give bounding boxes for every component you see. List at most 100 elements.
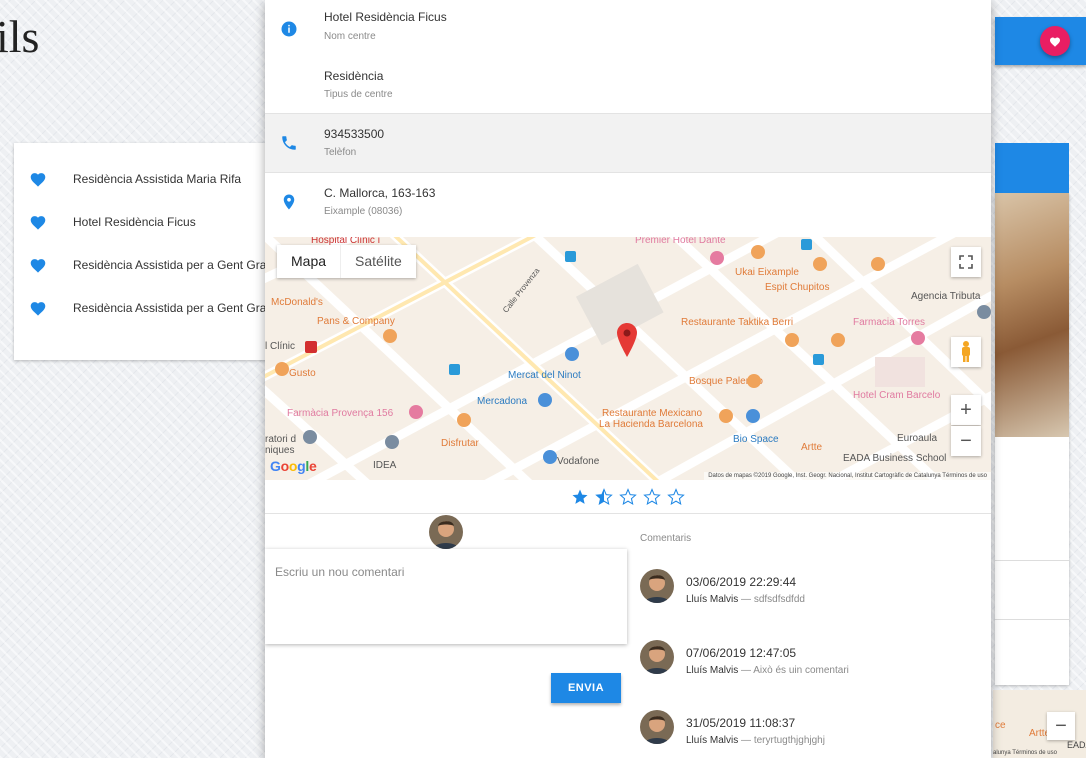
shop-poi-icon (543, 450, 557, 464)
star-empty-icon[interactable] (643, 487, 661, 506)
comment-meta: Lluís Malvis — sdfsdfsdfdd (686, 594, 805, 605)
place-poi-icon (303, 430, 317, 444)
comment-separator: — (738, 665, 754, 676)
restaurant-poi-icon (383, 329, 397, 343)
favorite-name: Hotel Residència Ficus (73, 214, 196, 229)
favorite-name: Residència Assistida per a Gent Gran (73, 257, 272, 272)
center-name-label: Nom centre (324, 31, 376, 42)
list-item[interactable]: Residència Assistida Maria Rifa (14, 157, 272, 200)
user-avatar-icon (429, 515, 463, 549)
map-type-control: Mapa Satélite (277, 245, 416, 278)
avatar (640, 569, 674, 603)
hotel-poi-icon (710, 251, 724, 265)
center-type: Residència (324, 69, 384, 83)
star-half-icon[interactable] (595, 487, 613, 506)
map-type-map-button[interactable]: Mapa (277, 245, 340, 278)
pharmacy-poi-icon (911, 331, 925, 345)
divider (995, 619, 1069, 620)
comment-date: 07/06/2019 12:47:05 (686, 646, 797, 660)
info-icon (281, 21, 297, 37)
map-type-satellite-button[interactable]: Satélite (340, 245, 416, 278)
info-row-phone[interactable]: 934533500 Telèfon (265, 114, 991, 172)
bus-stop-icon (565, 251, 576, 262)
pegman-icon (962, 341, 970, 362)
comment-composer (265, 549, 627, 644)
info-row-name: Hotel Residència Ficus Nom centre (265, 0, 991, 56)
comment-author: Lluís Malvis (686, 735, 739, 746)
zoom-in-button[interactable]: + (951, 395, 981, 425)
comment-item: 31/05/2019 11:08:37 Lluís Malvis — teryr… (640, 710, 980, 750)
divider (995, 560, 1069, 561)
heart-icon (30, 215, 46, 230)
phone-number[interactable]: 934533500 (324, 127, 384, 141)
shop-poi-icon (538, 393, 552, 407)
place-poi-icon (977, 305, 991, 319)
google-logo: Google (270, 458, 317, 474)
shop-poi-icon (746, 409, 760, 423)
map[interactable]: Hospital Clínic i Premier Hotel Dante Uk… (265, 237, 991, 480)
comment-author: Lluís Malvis (686, 665, 739, 676)
restaurant-poi-icon (275, 362, 289, 376)
info-row-address: C. Mallorca, 163-163 Eixample (08036) (265, 173, 991, 237)
place-poi-icon (385, 435, 399, 449)
phone-icon (282, 136, 296, 150)
comment-item: 07/06/2019 12:47:05 Lluís Malvis — Això … (640, 640, 980, 680)
street-view-button[interactable] (951, 337, 981, 367)
restaurant-poi-icon (831, 333, 845, 347)
bus-stop-icon (813, 354, 824, 365)
map-attribution[interactable]: Datos de mapas ©2019 Google, Inst. Geogr… (704, 472, 991, 480)
background-card-header (995, 143, 1069, 193)
fullscreen-icon (959, 255, 973, 269)
background-map-fragment: ce Artte EADA − alunya Términos de uso (993, 690, 1086, 758)
favorite-fab[interactable] (1040, 26, 1070, 56)
avatar (640, 640, 674, 674)
restaurant-poi-icon (751, 245, 765, 259)
comment-text: sdfsdfsdfdd (753, 594, 805, 605)
phone-label: Telèfon (324, 147, 357, 158)
zoom-out-button[interactable]: − (951, 426, 981, 456)
restaurant-poi-icon (813, 257, 827, 271)
comment-separator: — (738, 735, 754, 746)
comment-date: 31/05/2019 11:08:37 (686, 716, 796, 730)
star-rating[interactable] (265, 480, 991, 513)
favorite-name: Residència Assistida Maria Rifa (73, 171, 242, 186)
address-district: Eixample (08036) (324, 206, 403, 217)
comment-input[interactable] (265, 549, 627, 644)
star-empty-icon[interactable] (619, 487, 637, 506)
comment-item: 03/06/2019 22:29:44 Lluís Malvis — sdfsd… (640, 569, 980, 609)
star-filled-icon[interactable] (571, 488, 589, 506)
heart-icon (1050, 37, 1060, 47)
comment-meta: Lluís Malvis — teryrtugthjghjghj (686, 735, 825, 746)
divider (265, 513, 991, 514)
restaurant-poi-icon (719, 409, 733, 423)
star-empty-icon[interactable] (667, 487, 685, 506)
center-type-label: Tipus de centre (324, 89, 393, 100)
bus-stop-icon (801, 239, 812, 250)
shop-poi-icon (565, 347, 579, 361)
favorites-list: Residència Assistida Maria Rifa Hotel Re… (14, 143, 272, 360)
comment-text: Això és uin comentari (753, 665, 849, 676)
center-name: Hotel Residència Ficus (324, 10, 447, 24)
restaurant-poi-icon (871, 257, 885, 271)
user-avatar-icon (640, 569, 674, 603)
comment-meta: Lluís Malvis — Això és uin comentari (686, 665, 849, 676)
list-item[interactable]: Residència Assistida per a Gent Gran (14, 286, 272, 329)
fullscreen-button[interactable] (951, 247, 981, 277)
list-item[interactable]: Hotel Residència Ficus (14, 200, 272, 243)
comment-text: teryrtugthjghjghj (753, 735, 825, 746)
list-item[interactable]: Residència Assistida per a Gent Gran (14, 243, 272, 286)
zoom-out-button[interactable]: − (1047, 712, 1075, 740)
avatar (429, 515, 463, 549)
restaurant-poi-icon (785, 333, 799, 347)
heart-icon (30, 301, 46, 316)
center-photo (995, 193, 1069, 437)
heart-icon (30, 172, 46, 187)
favorite-name: Residència Assistida per a Gent Gran (73, 300, 272, 315)
send-comment-button[interactable]: ENVIA (551, 673, 621, 703)
user-avatar-icon (640, 640, 674, 674)
page-title-fragment: ils (0, 11, 40, 62)
comments-title: Comentaris (640, 533, 692, 544)
comment-separator: — (738, 594, 754, 605)
location-marker-icon[interactable] (617, 323, 637, 357)
bus-stop-icon (449, 364, 460, 375)
